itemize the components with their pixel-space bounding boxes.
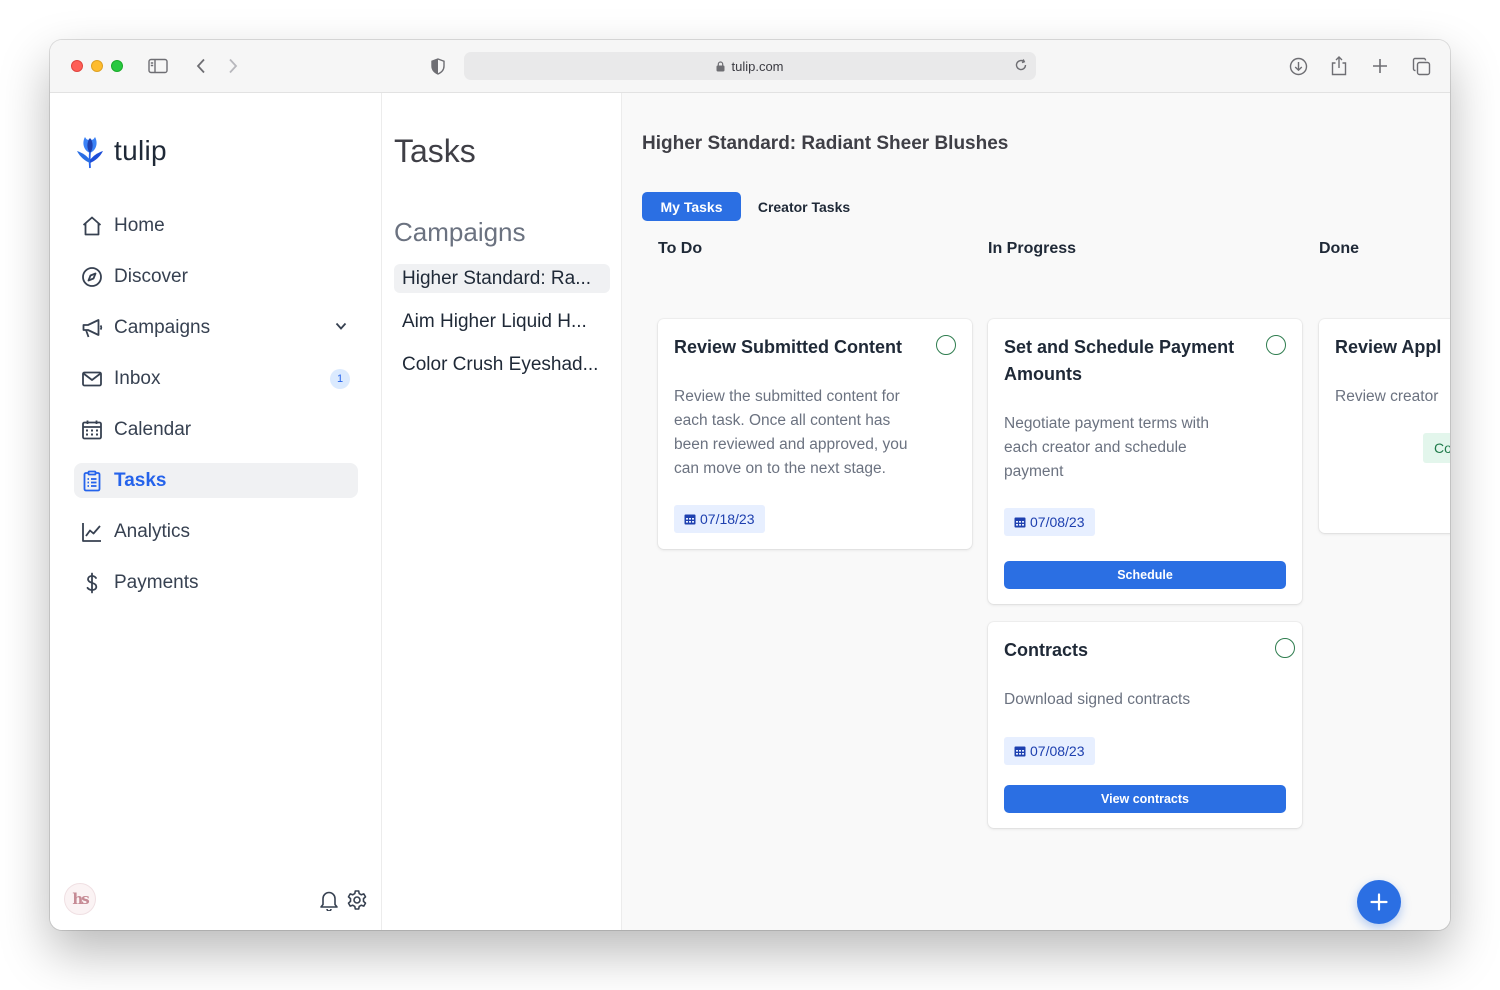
due-date: 07/08/23 [1030, 743, 1085, 759]
page-title: Tasks [394, 133, 476, 169]
task-card-set-and-schedule-payment[interactable]: Set and Schedule Payment Amounts Negotia… [988, 319, 1302, 604]
due-date-chip: 07/08/23 [1004, 508, 1095, 536]
tab-my-tasks[interactable]: My Tasks [642, 192, 741, 221]
sidebar-item-calendar[interactable]: Calendar [74, 412, 358, 447]
privacy-shield-icon[interactable] [427, 56, 449, 76]
card-title: Contracts [1004, 640, 1089, 660]
home-icon [81, 215, 103, 237]
sidebar-item-label: Payments [114, 571, 199, 593]
task-board: Higher Standard: Radiant Sheer Blushes M… [622, 93, 1450, 930]
sidebar-item-label: Tasks [114, 469, 167, 491]
close-window-button[interactable] [71, 60, 83, 72]
gear-icon[interactable] [345, 888, 369, 912]
tab-overview-icon[interactable] [1410, 56, 1432, 76]
chart-line-icon [81, 521, 103, 543]
browser-window: tulip.com tulip Home Discover Campaigns … [50, 40, 1450, 930]
campaign-item[interactable]: Color Crush Eyeshad... [394, 350, 610, 379]
zoom-window-button[interactable] [111, 60, 123, 72]
card-description: Review creator [1335, 388, 1439, 405]
add-task-button[interactable] [1357, 880, 1401, 924]
mail-icon [81, 368, 103, 390]
campaign-item[interactable]: Aim Higher Liquid H... [394, 307, 610, 336]
due-date-chip: 07/18/23 [674, 505, 765, 533]
chevron-down-icon[interactable] [334, 319, 348, 333]
download-icon[interactable] [1287, 56, 1309, 76]
reload-icon[interactable] [1014, 58, 1028, 72]
plus-icon [1370, 893, 1388, 911]
tulip-logo[interactable]: tulip [74, 133, 167, 169]
share-icon[interactable] [1328, 56, 1350, 76]
compass-icon [81, 266, 103, 288]
due-date: 07/08/23 [1030, 514, 1085, 530]
tab-creator-tasks[interactable]: Creator Tasks [746, 192, 862, 221]
sidebar-item-label: Discover [114, 265, 188, 287]
url-text: tulip.com [731, 58, 784, 74]
due-date-chip: 07/08/23 [1004, 737, 1095, 765]
sidebar-item-tasks[interactable]: Tasks [74, 463, 358, 498]
complete-task-checkbox[interactable] [936, 335, 956, 355]
address-bar[interactable]: tulip.com [464, 52, 1036, 80]
complete-task-checkbox[interactable] [1266, 335, 1286, 355]
bell-icon[interactable] [317, 888, 341, 912]
sidebar-item-campaigns[interactable]: Campaigns [74, 310, 358, 345]
sidebar-item-inbox[interactable]: Inbox 1 [74, 361, 358, 396]
sidebar-item-label: Campaigns [114, 316, 211, 338]
column-header-todo: To Do [658, 240, 703, 257]
column-header-done: Done [1319, 240, 1359, 257]
column-header-in-progress: In Progress [988, 240, 1077, 257]
inbox-count-badge: 1 [330, 369, 350, 389]
sidebar-item-label: Analytics [114, 520, 191, 542]
sidebar-toggle-icon[interactable] [147, 56, 169, 76]
sidebar-item-home[interactable]: Home [74, 208, 358, 243]
card-title: Review Submitted Content [674, 337, 903, 357]
card-description: Download signed contracts [1004, 691, 1191, 708]
brand-name: tulip [114, 135, 167, 166]
sidebar-item-analytics[interactable]: Analytics [74, 514, 358, 549]
calendar-icon [1014, 745, 1026, 757]
complete-task-checkbox[interactable] [1275, 638, 1295, 658]
status-chip[interactable]: Co [1423, 433, 1450, 463]
avatar[interactable]: hs [64, 883, 96, 915]
new-tab-icon[interactable] [1369, 56, 1391, 76]
calendar-icon [81, 419, 103, 441]
campaign-title: Higher Standard: Radiant Sheer Blushes [642, 133, 1009, 154]
clipboard-icon [81, 470, 103, 492]
calendar-icon [1014, 516, 1026, 528]
card-title: Review Appl [1335, 337, 1442, 357]
minimize-window-button[interactable] [91, 60, 103, 72]
calendar-icon [684, 513, 696, 525]
dollar-icon [81, 572, 103, 594]
card-description: Review the submitted content for each ta… [674, 388, 908, 477]
view-contracts-button[interactable]: View contracts [1004, 785, 1286, 813]
campaigns-heading: Campaigns [394, 217, 526, 247]
card-description: Negotiate payment terms with each creato… [1004, 415, 1210, 480]
forward-icon[interactable] [222, 56, 244, 76]
campaign-item[interactable]: Higher Standard: Ra... [394, 264, 610, 293]
lock-icon [716, 60, 725, 72]
due-date: 07/18/23 [700, 511, 755, 527]
sidebar-item-label: Home [114, 214, 165, 236]
sidebar-item-label: Calendar [114, 418, 192, 440]
sidebar-item-label: Inbox [114, 367, 161, 389]
sidebar-item-payments[interactable]: Payments [74, 565, 358, 600]
task-card-review-submitted-content[interactable]: Review Submitted Content Review the subm… [658, 319, 972, 549]
browser-toolbar: tulip.com [50, 40, 1450, 93]
task-card-contracts[interactable]: Contracts Download signed contracts 07/0… [988, 622, 1302, 828]
app-sidebar: tulip Home Discover Campaigns Inbox 1 Ca… [50, 93, 382, 930]
card-title: Set and Schedule Payment Amounts [1004, 337, 1235, 384]
campaign-list-panel: Tasks Campaigns Higher Standard: Ra... A… [382, 93, 622, 930]
sidebar-item-discover[interactable]: Discover [74, 259, 358, 294]
tulip-logo-icon [77, 137, 103, 169]
megaphone-icon [81, 317, 103, 339]
back-icon[interactable] [190, 56, 212, 76]
task-card-review-applications[interactable]: Review Appl Review creator Co [1319, 319, 1450, 533]
schedule-button[interactable]: Schedule [1004, 561, 1286, 589]
